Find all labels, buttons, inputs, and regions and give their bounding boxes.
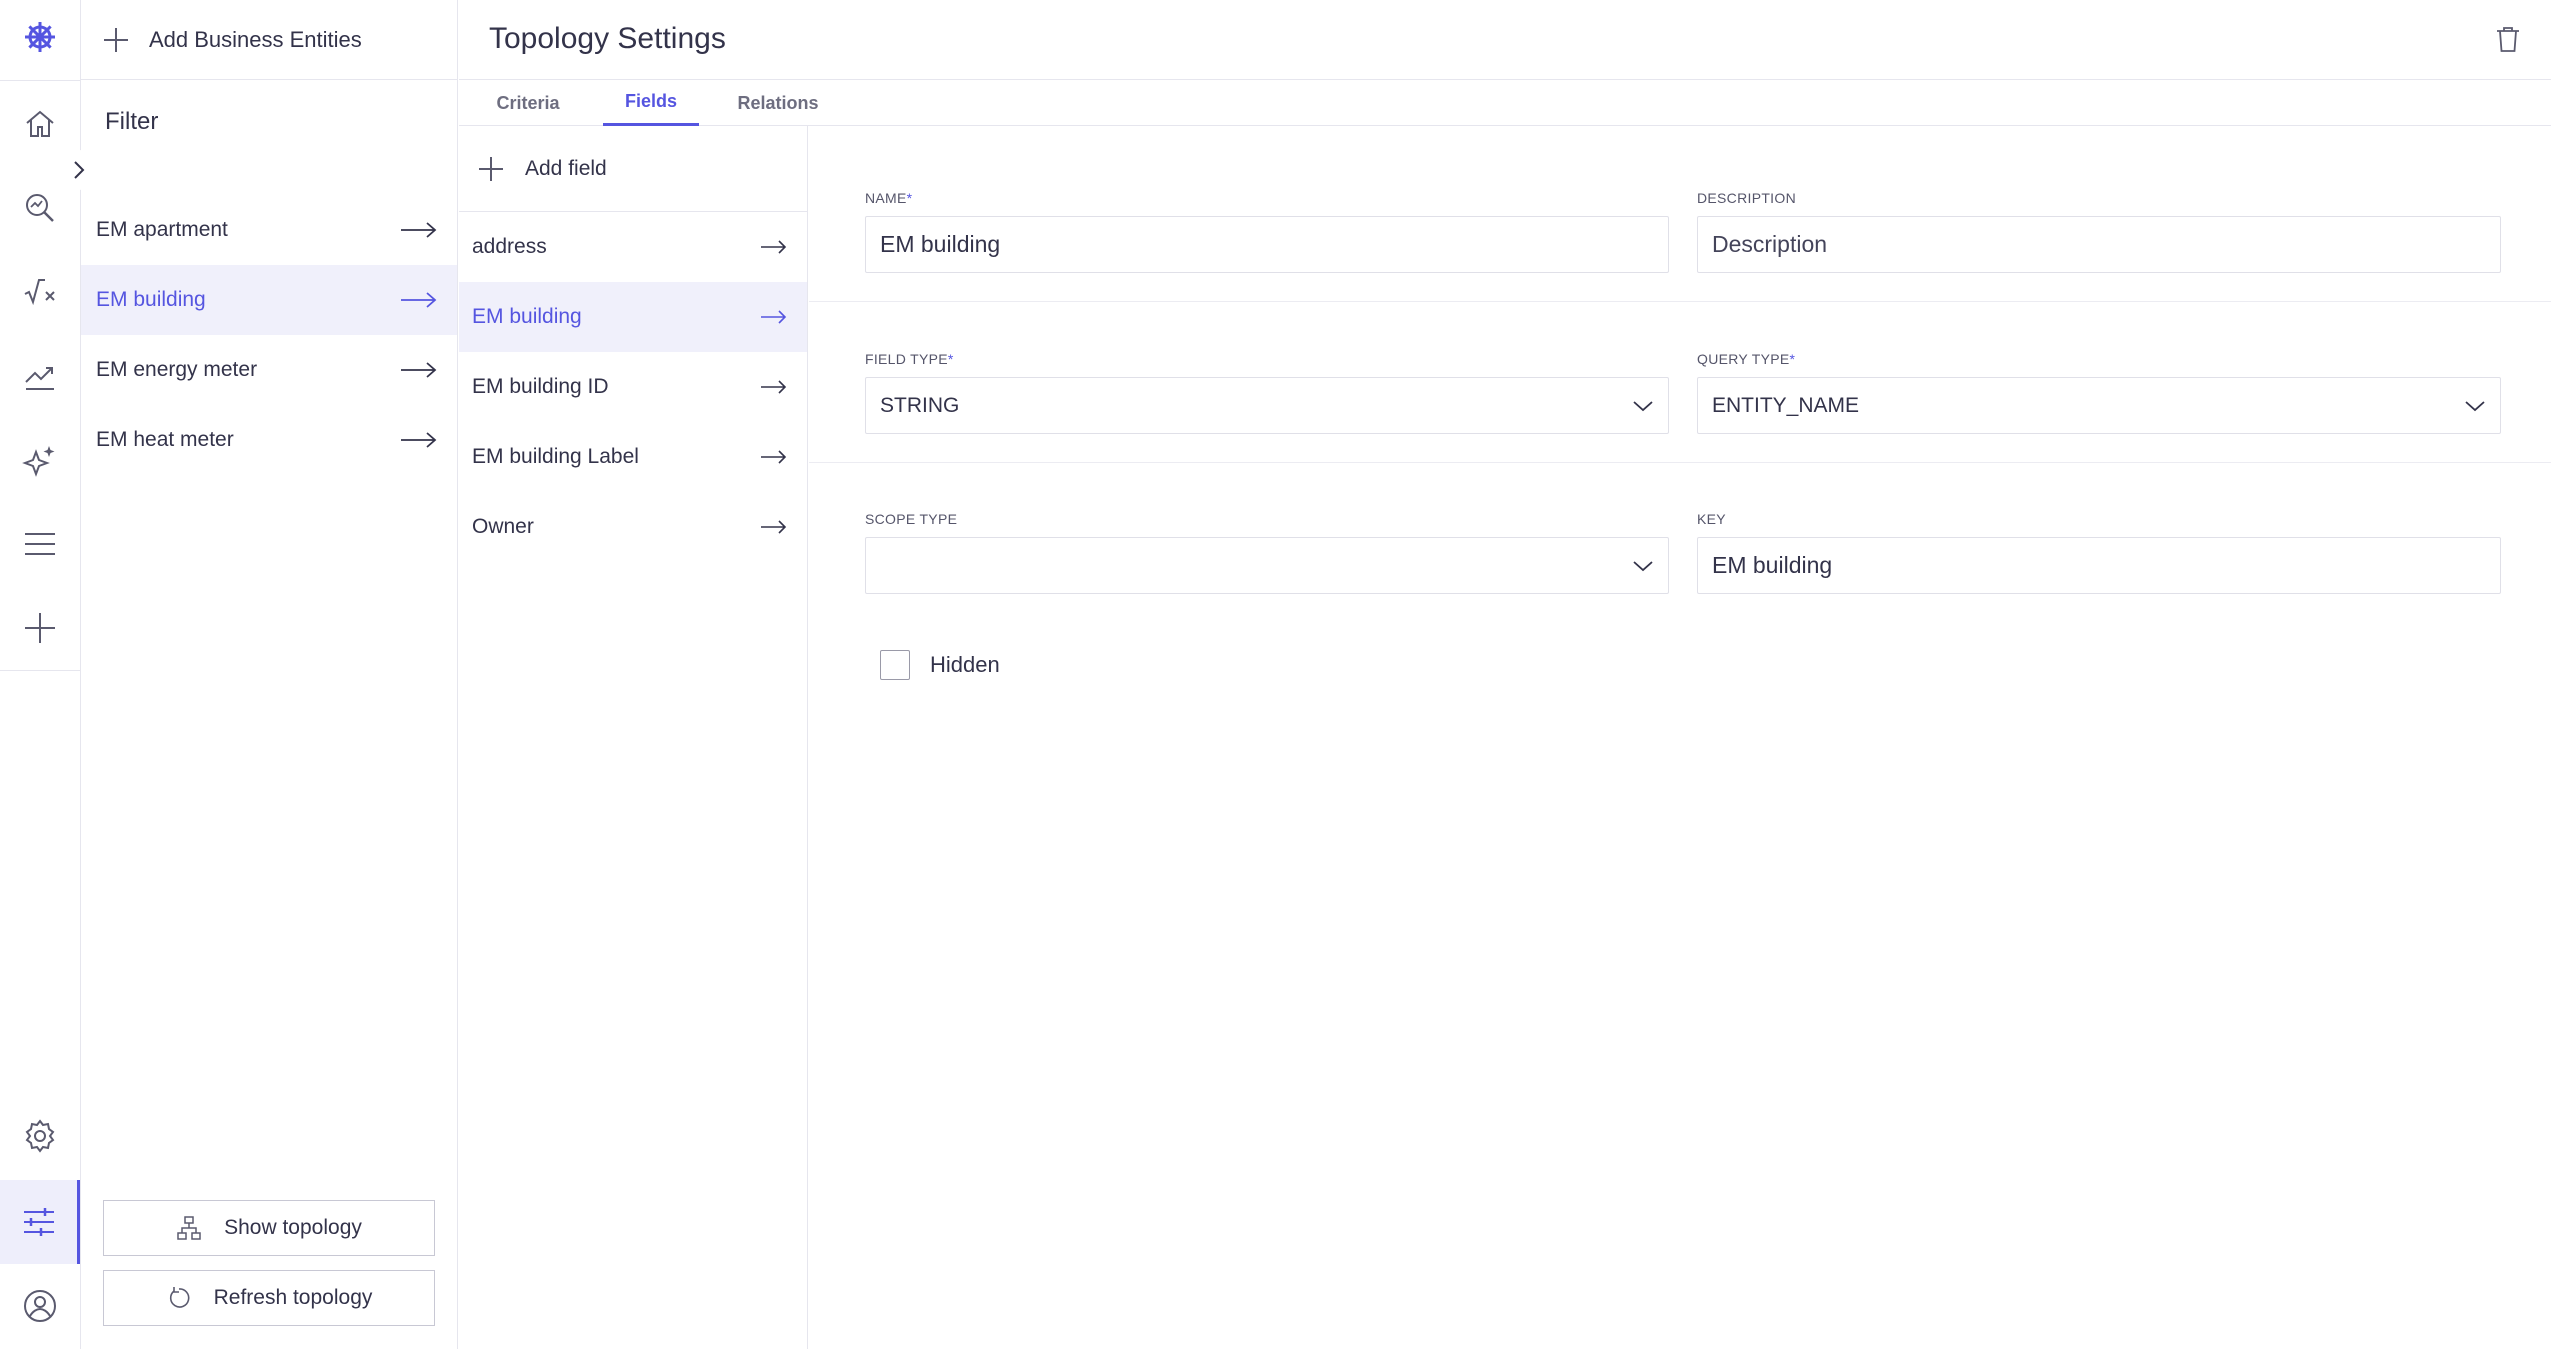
query-type-value: ENTITY_NAME [1712,393,1860,417]
chevron-right-icon [74,161,85,179]
field-label: EM building Label [472,445,639,468]
arrow-right-icon [761,240,787,254]
field-type-select[interactable]: STRING [865,377,1669,434]
field-label: Owner [472,515,534,538]
trend-chart-icon[interactable] [0,334,80,418]
description-label: DESCRIPTION [1697,190,1796,206]
scope-type-label: SCOPE TYPE [865,511,958,527]
key-input[interactable]: EM building [1697,537,2501,594]
filter-title: Filter [105,108,159,135]
add-business-entities-button[interactable]: Add Business Entities [81,0,457,80]
key-group: KEY EM building [1697,511,2501,594]
chevron-down-icon [1633,400,1653,411]
topology-actions: Show topology Refresh topology [103,1200,435,1326]
tab-relations[interactable]: Relations [723,80,833,126]
refresh-icon [169,1287,190,1308]
entity-item[interactable]: EM heat meter [81,405,457,475]
arrow-right-icon [761,520,787,534]
entity-list: EM apartment EM building EM energy meter… [81,195,457,475]
hidden-checkbox-row[interactable]: Hidden [880,650,1000,680]
plus-icon[interactable] [0,586,80,670]
entity-label: EM energy meter [96,358,258,381]
arrow-right-icon [401,222,437,238]
field-item[interactable]: EM building Label [459,422,807,492]
name-group: NAME* EM building [865,190,1669,273]
field-item[interactable]: EM building [459,282,807,352]
arrow-right-icon [761,450,787,464]
gear-icon[interactable] [0,1094,80,1178]
tab-criteria[interactable]: Criteria [480,80,576,126]
add-field-button[interactable]: Add field [459,126,807,212]
business-entities-panel: Add Business Entities Filter EM apartmen… [59,0,458,1349]
field-type-group: FIELD TYPE* STRING [865,351,1669,434]
menu-icon[interactable] [0,502,80,586]
field-type-label: FIELD TYPE* [865,351,954,367]
arrow-right-icon [761,380,787,394]
query-type-label: QUERY TYPE* [1697,351,1796,367]
key-label: KEY [1697,511,1726,527]
field-item[interactable]: EM building ID [459,352,807,422]
delete-button[interactable] [2489,20,2527,58]
entity-item[interactable]: EM energy meter [81,335,457,405]
fields-list-panel: Add field address EM building EM buildin… [459,126,808,1349]
chevron-down-icon [2465,400,2485,411]
query-type-select[interactable]: ENTITY_NAME [1697,377,2501,434]
field-form: NAME* EM building DESCRIPTION Descriptio… [809,126,2551,1349]
field-label: EM building [472,305,582,328]
sparkle-ai-icon[interactable] [0,418,80,502]
scope-type-select[interactable] [865,537,1669,594]
entity-label: EM heat meter [96,428,234,451]
icon-rail [0,0,81,1349]
settings-tabs: Criteria Fields Relations [459,80,2551,126]
hidden-label: Hidden [930,652,1000,677]
logo-icon[interactable] [0,0,80,74]
arrow-right-icon [401,362,437,378]
arrow-right-icon [401,292,437,308]
field-item[interactable]: Owner [459,492,807,562]
field-label: address [472,235,547,258]
arrow-right-icon [761,310,787,324]
refresh-topology-label: Refresh topology [213,1286,373,1309]
description-group: DESCRIPTION Description [1697,190,2501,273]
scope-type-group: SCOPE TYPE [865,511,1669,594]
entity-label: EM apartment [96,218,228,241]
expand-sidebar-button[interactable] [59,150,99,190]
plus-icon [479,156,503,181]
entity-item[interactable]: EM building [81,265,457,335]
query-type-group: QUERY TYPE* ENTITY_NAME [1697,351,2501,434]
field-item[interactable]: address [459,212,807,282]
sliders-icon[interactable] [0,1180,80,1264]
add-field-label: Add field [525,156,607,180]
user-icon[interactable] [0,1264,80,1348]
description-input[interactable]: Description [1697,216,2501,273]
show-topology-button[interactable]: Show topology [103,1200,435,1256]
refresh-topology-button[interactable]: Refresh topology [103,1270,435,1326]
arrow-right-icon [401,432,437,448]
hierarchy-icon [177,1216,201,1240]
chevron-down-icon [1633,560,1653,571]
name-input[interactable]: EM building [865,216,1669,273]
name-label: NAME* [865,190,913,206]
entity-item[interactable]: EM apartment [81,195,457,265]
tab-fields[interactable]: Fields [603,80,699,126]
formula-icon[interactable] [0,250,80,334]
plus-icon [104,27,128,52]
entity-label: EM building [96,288,206,311]
trash-icon [2497,27,2519,52]
page-title: Topology Settings [489,22,726,55]
field-type-value: STRING [880,393,960,417]
show-topology-label: Show topology [224,1216,362,1239]
field-label: EM building ID [472,375,609,398]
hidden-checkbox[interactable] [880,650,910,680]
page-header: Topology Settings [459,0,2551,80]
add-business-entities-label: Add Business Entities [149,26,362,52]
